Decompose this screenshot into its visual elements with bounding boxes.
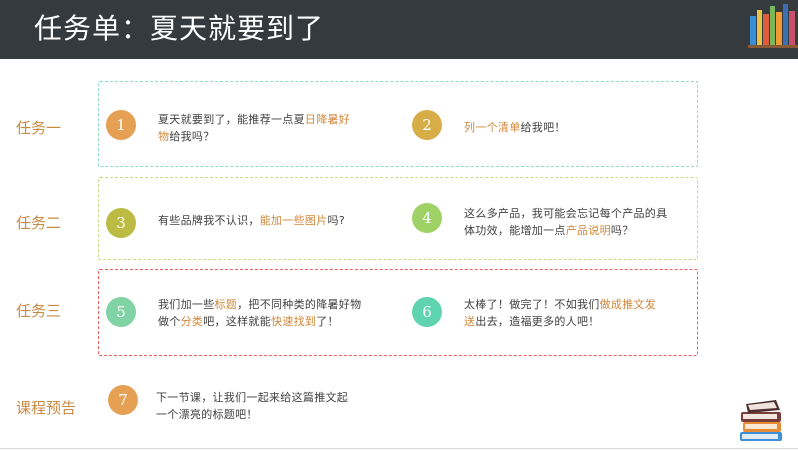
highlight-segment: 物 (158, 130, 170, 143)
text-segment: 了！ (316, 315, 339, 328)
highlight-segment: 能加一些图片 (259, 214, 328, 227)
task-2-right-text: 这么多产品，我可能会忘记每个产品的具 体功效，能增加一点产品说明吗？ (464, 205, 694, 239)
task-label-2: 任务二 (16, 214, 62, 232)
highlight-segment: 标题 (214, 298, 238, 311)
header-bar: 任务单：夏天就要到了 (0, 0, 798, 59)
task-1-right-text: 列一个清单给我吧！ (464, 119, 689, 136)
text-segment: 一个漂亮的标题吧！ (156, 408, 258, 421)
task-2-left-text: 有些品牌我不认识，能加一些图片吗? (158, 212, 393, 229)
book-stack-icon (740, 400, 782, 441)
text-segment: 吗？ (610, 224, 634, 237)
highlight-segment: 日降暑好 (304, 113, 351, 126)
text-segment: 太棒了！做完了！不如我们 (464, 298, 600, 311)
task-3-right-text: 太棒了！做完了！不如我们做成推文发送出去，造福更多的人吧！ (464, 296, 689, 330)
task-3-left-text: 我们加一些标题，把不同种类的降暑好物做个分类吧，这样就能快速找到了！ (158, 296, 393, 330)
step-circle-4: 4 (412, 203, 442, 233)
step-circle-6: 6 (412, 297, 442, 327)
task-1-left-text: 夏天就要到了，能推荐一点夏日降暑好物给我吗？ (158, 111, 383, 145)
highlight-segment: 产品说明 (565, 224, 611, 237)
text-segment: 吗? (327, 214, 345, 227)
text-segment: 给我吗？ (169, 130, 215, 143)
step-circle-1: 1 (106, 110, 136, 140)
highlight-segment: 列一个清单 (464, 121, 521, 134)
text-segment: 夏天就要到了，能推荐一点夏 (158, 113, 305, 126)
text-segment: 体功效，能增加一点 (464, 224, 566, 237)
text-segment: 这么多产品，我可能会忘记每个产品的具 (464, 207, 668, 220)
task-label-1: 任务一 (16, 119, 62, 137)
text-segment: 下一节课，让我们一起来给这篇推文起 (156, 391, 349, 404)
step-circle-3: 3 (106, 208, 136, 238)
page-title: 任务单：夏天就要到了 (34, 12, 325, 45)
text-segment: 给我吧！ (520, 121, 566, 134)
text-segment: ，把不同种类的降暑好物 (237, 298, 362, 311)
preview-text: 下一节课，让我们一起来给这篇推文起 一个漂亮的标题吧！ (156, 389, 386, 423)
step-circle-7: 7 (108, 385, 138, 415)
highlight-segment: 送 (464, 315, 476, 328)
highlight-segment: 做成推文发 (599, 298, 657, 311)
highlight-segment: 分类 (180, 315, 204, 328)
text-segment: 做个 (158, 315, 181, 328)
bottom-divider (0, 448, 798, 449)
text-segment: 吧，这样就能 (203, 315, 272, 328)
highlight-segment: 快速找到 (271, 315, 317, 328)
task-label-3: 任务三 (16, 302, 62, 320)
text-segment: 我们加一些 (158, 298, 215, 311)
text-segment: 有些品牌我不认识， (158, 214, 260, 227)
step-circle-5: 5 (106, 297, 136, 327)
books-shelf-icon (748, 4, 798, 48)
text-segment: 出去，造福更多的人吧！ (475, 315, 600, 328)
step-circle-2: 2 (412, 110, 442, 140)
preview-label: 课程预告 (16, 399, 77, 417)
